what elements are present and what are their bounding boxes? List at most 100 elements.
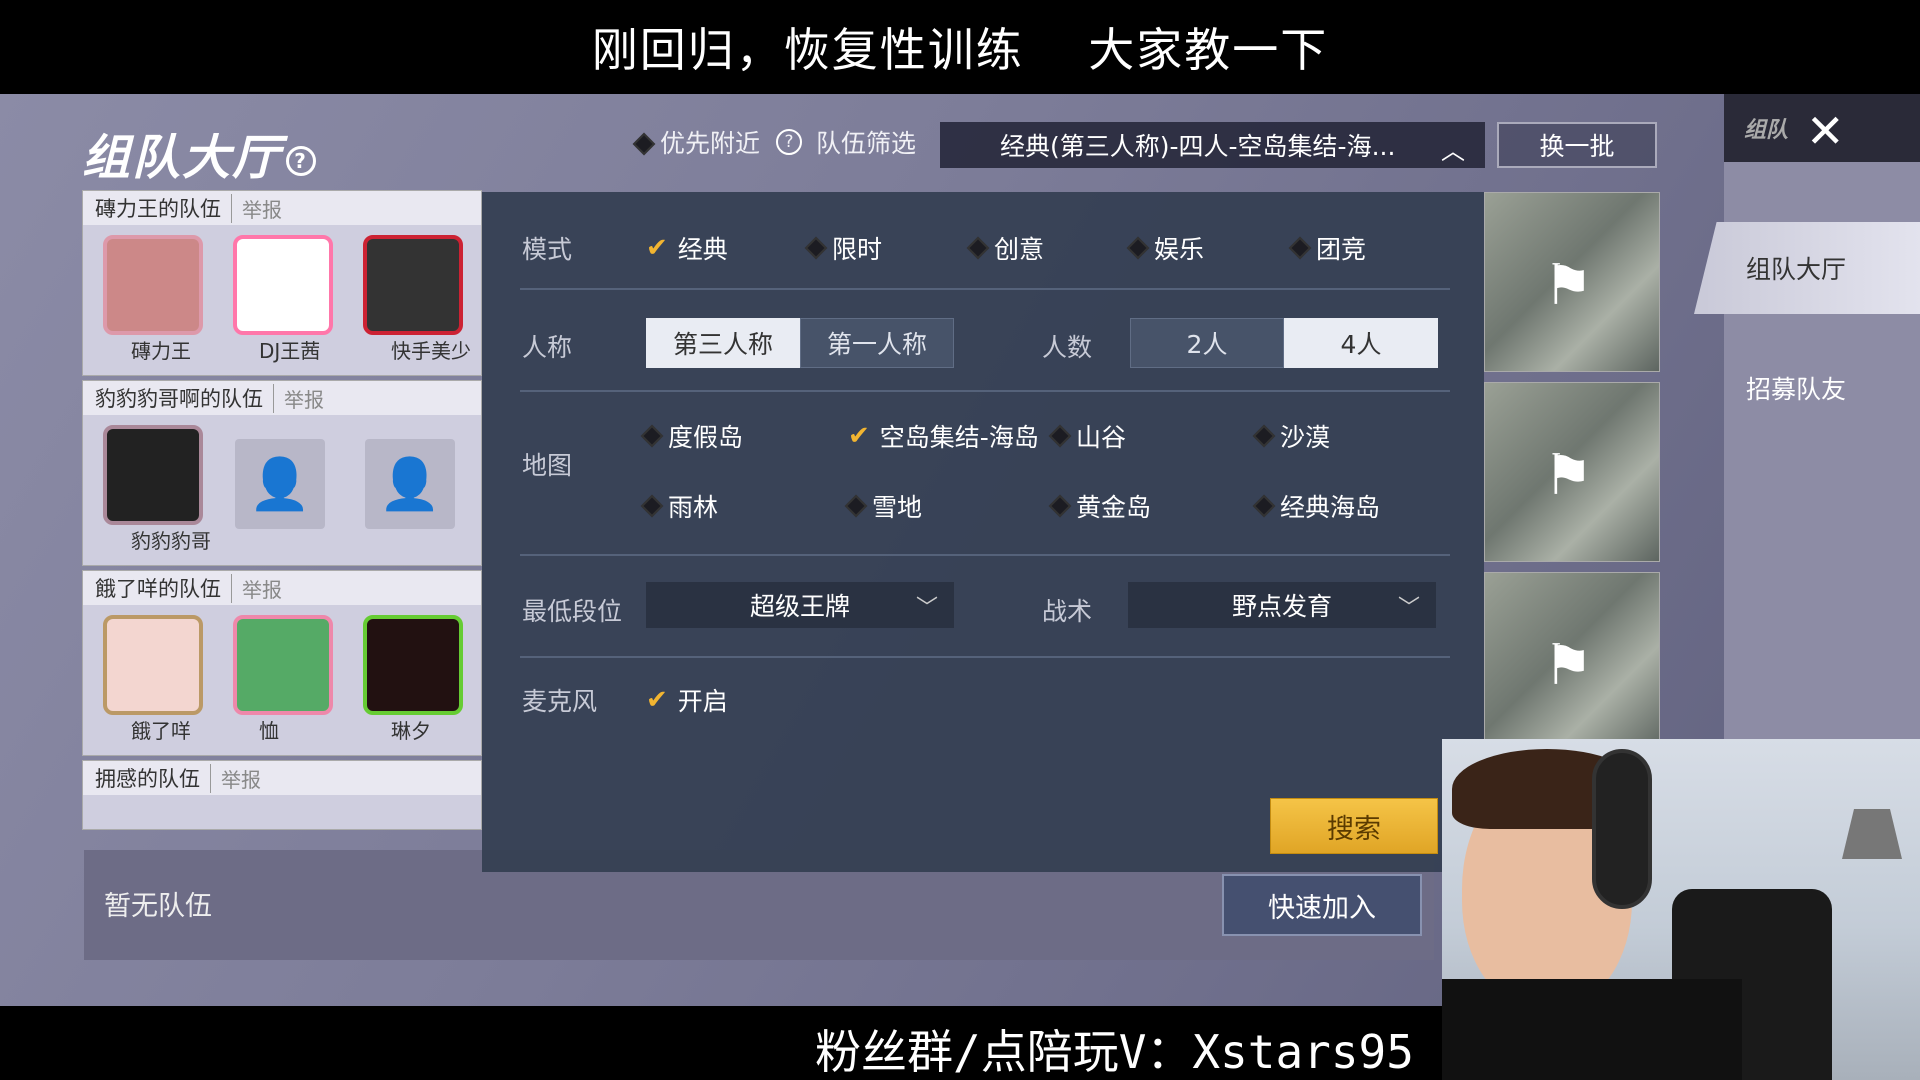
- mode-label: 模式: [522, 235, 573, 264]
- player-name: 豹豹豹哥: [131, 529, 211, 553]
- unchecked-diamond-icon: [804, 236, 828, 260]
- unchecked-diamond-icon: [1126, 236, 1150, 260]
- team-name: 餓了咩的队伍: [95, 577, 221, 601]
- help-icon[interactable]: ?: [286, 146, 317, 176]
- map-option[interactable]: 山谷: [1048, 418, 1126, 454]
- team-name: 豹豹豹哥啊的队伍: [95, 387, 263, 411]
- avatar[interactable]: [103, 425, 203, 525]
- filter-label: 队伍筛选: [816, 129, 917, 158]
- help-icon[interactable]: ?: [776, 129, 803, 155]
- report-link[interactable]: 举报: [210, 763, 261, 793]
- map-thumbnail[interactable]: ⚑: [1484, 192, 1660, 372]
- team-name: 磚力王的队伍: [95, 197, 221, 221]
- player-name: 恤: [259, 719, 279, 743]
- perspective-first-person[interactable]: 第一人称: [800, 318, 954, 368]
- unchecked-diamond-icon: [1048, 424, 1072, 448]
- team-card[interactable]: 豹豹豹哥啊的队伍 举报 豹豹豹哥 👤 👤: [82, 380, 482, 566]
- avatar[interactable]: [233, 235, 333, 335]
- microphone-toggle[interactable]: ✔ 开启: [646, 682, 728, 718]
- close-icon[interactable]: ✕: [1806, 104, 1845, 158]
- count-2[interactable]: 2人: [1130, 318, 1284, 368]
- avatar[interactable]: [363, 615, 463, 715]
- mode-option-creative[interactable]: 创意: [966, 230, 1044, 266]
- stream-bottom-caption: 粉丝群/点陪玩V：Xstars95: [815, 1025, 1414, 1079]
- mode-option-team-deathmatch[interactable]: 团竞: [1288, 230, 1366, 266]
- tab-recruit-teammates[interactable]: 招募队友: [1746, 370, 1846, 406]
- empty-slot-person-icon[interactable]: 👤: [235, 439, 325, 529]
- filter-bar: 优先附近 ? 队伍筛选: [632, 124, 917, 160]
- refresh-button[interactable]: 换一批: [1497, 122, 1657, 168]
- no-team-text: 暂无队伍: [104, 891, 212, 922]
- priority-nearby-toggle[interactable]: 优先附近: [632, 124, 760, 160]
- player-name: 餓了咩: [131, 719, 191, 743]
- team-card[interactable]: 磚力王的队伍 举报 磚力王 DJ王茜 快手美少: [82, 190, 482, 376]
- chevron-up-icon: ︿: [1441, 137, 1465, 165]
- player-name: 快手美少: [391, 339, 471, 363]
- player-name: 磚力王: [131, 339, 191, 363]
- team-card[interactable]: 餓了咩的队伍 举报 餓了咩 恤 琳夕: [82, 570, 482, 756]
- avatar[interactable]: [103, 615, 203, 715]
- report-link[interactable]: 举报: [231, 193, 282, 223]
- chevron-down-icon: ﹀: [915, 596, 938, 621]
- chevron-down-icon: ﹀: [1397, 596, 1420, 621]
- filter-select-value: 经典(第三人称)-四人-空岛集结-海...: [1000, 132, 1396, 161]
- check-icon: ✔: [848, 421, 870, 451]
- team-card[interactable]: 拥感的队伍 举报: [82, 760, 482, 830]
- map-option[interactable]: 雪地: [844, 488, 922, 524]
- stream-frame: 刚回归，恢复性训练 大家教一下 组队大厅? 优先附近 ? 队伍筛选 经典(第三人…: [0, 0, 1920, 1080]
- team-filter-select[interactable]: 经典(第三人称)-四人-空岛集结-海... ︿: [940, 122, 1485, 168]
- perspective-third-person[interactable]: 第三人称: [646, 318, 800, 368]
- webcam-overlay: [1442, 739, 1920, 1080]
- player-name: 琳夕: [391, 719, 431, 743]
- count-4[interactable]: 4人: [1284, 318, 1438, 368]
- unchecked-diamond-icon: [640, 494, 664, 518]
- search-button[interactable]: 搜索: [1270, 798, 1438, 854]
- lamp-shape: [1842, 809, 1902, 859]
- flag-plus-icon: ⚑: [1543, 633, 1594, 698]
- report-link[interactable]: 举报: [273, 383, 324, 413]
- tactic-label: 战术: [1042, 597, 1093, 626]
- headset-icon: [1592, 749, 1652, 909]
- mode-option-fun[interactable]: 娱乐: [1126, 230, 1204, 266]
- map-option[interactable]: 黄金岛: [1048, 488, 1151, 524]
- report-link[interactable]: 举报: [231, 573, 282, 603]
- perspective-label: 人称: [522, 333, 573, 362]
- tab-team-lobby[interactable]: 组队大厅: [1694, 222, 1920, 314]
- tactic-dropdown[interactable]: 野点发育 ﹀: [1128, 582, 1436, 628]
- team-name: 拥感的队伍: [95, 767, 200, 791]
- unchecked-diamond-icon: [1252, 494, 1276, 518]
- quick-join-button[interactable]: 快速加入: [1222, 874, 1422, 936]
- map-option[interactable]: 沙漠: [1252, 418, 1330, 454]
- avatar[interactable]: [363, 235, 463, 335]
- mode-option-classic[interactable]: ✔ 经典: [646, 230, 728, 266]
- filter-panel: 模式 ✔ 经典 限时 创意 娱乐 团竞 人称 第三人称 第一人称 人数 2人 4人…: [482, 192, 1484, 872]
- empty-slot-person-icon[interactable]: 👤: [365, 439, 455, 529]
- unchecked-diamond-icon: [632, 132, 656, 156]
- map-option[interactable]: 度假岛: [640, 418, 743, 454]
- min-rank-label: 最低段位: [522, 597, 623, 626]
- flag-plus-icon: ⚑: [1543, 443, 1594, 508]
- unchecked-diamond-icon: [966, 236, 990, 260]
- player-name: DJ王茜: [259, 339, 321, 363]
- flag-plus-icon: ⚑: [1543, 253, 1594, 318]
- unchecked-diamond-icon: [1048, 494, 1072, 518]
- avatar[interactable]: [233, 615, 333, 715]
- microphone-label: 麦克风: [522, 687, 598, 716]
- streamer-shirt: [1442, 979, 1742, 1080]
- map-option[interactable]: 雨林: [640, 488, 718, 524]
- unchecked-diamond-icon: [1288, 236, 1312, 260]
- map-thumbnail[interactable]: ⚑: [1484, 572, 1660, 752]
- map-option[interactable]: ✔ 空岛集结-海岛: [848, 418, 1039, 454]
- player-count-label: 人数: [1042, 333, 1093, 362]
- map-thumbnail[interactable]: ⚑: [1484, 382, 1660, 562]
- map-label: 地图: [522, 451, 573, 480]
- map-option[interactable]: 经典海岛: [1252, 488, 1380, 524]
- check-icon: ✔: [646, 685, 668, 715]
- unchecked-diamond-icon: [640, 424, 664, 448]
- avatar[interactable]: [103, 235, 203, 335]
- page-title: 组队大厅?: [82, 118, 317, 188]
- check-icon: ✔: [646, 233, 668, 263]
- mode-option-limited[interactable]: 限时: [804, 230, 882, 266]
- min-rank-dropdown[interactable]: 超级王牌 ﹀: [646, 582, 954, 628]
- unchecked-diamond-icon: [844, 494, 868, 518]
